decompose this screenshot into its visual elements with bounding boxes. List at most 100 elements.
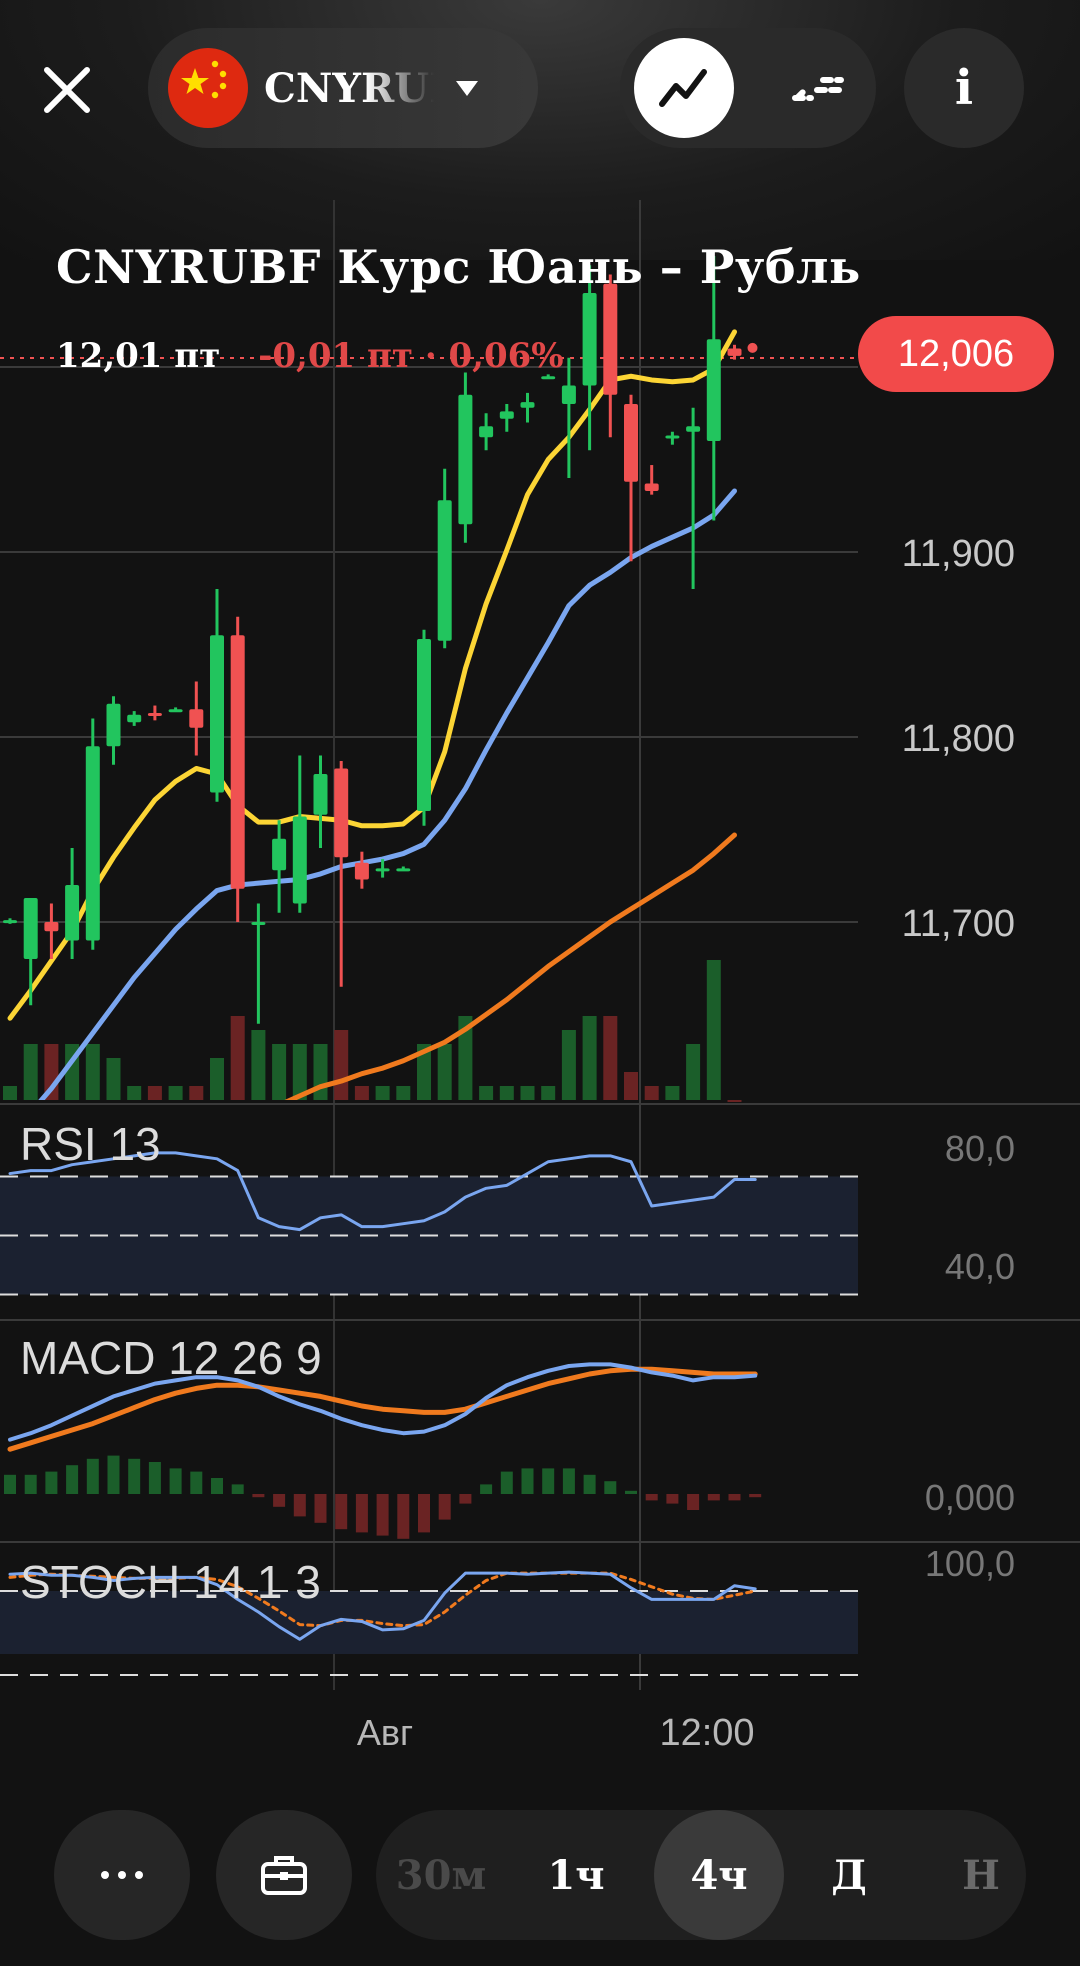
timeframe-30m[interactable]: 30м bbox=[376, 1810, 506, 1940]
macd-histogram-bar bbox=[645, 1494, 658, 1501]
macd-histogram-bar bbox=[459, 1494, 472, 1504]
candle-chart-icon bbox=[792, 77, 844, 101]
candle-body bbox=[3, 920, 17, 924]
price-axis-tick: 11,800 bbox=[902, 718, 1015, 760]
price-change-row: 12,01 пт -0,01 пт · 0,06% bbox=[56, 336, 564, 376]
macd-histogram-bar bbox=[749, 1494, 762, 1498]
price-axis-tick: 11,700 bbox=[902, 903, 1015, 945]
macd-histogram-bar bbox=[562, 1468, 575, 1494]
macd-histogram-bar bbox=[107, 1455, 120, 1494]
macd-histogram-bar bbox=[707, 1494, 720, 1501]
candle-body bbox=[375, 868, 390, 872]
timeframe-week[interactable]: Н bbox=[916, 1810, 1046, 1940]
candle-body bbox=[189, 709, 204, 728]
macd-histogram-bar bbox=[128, 1458, 141, 1494]
price-change: -0,01 пт · 0,06% bbox=[258, 336, 564, 376]
candle-body bbox=[561, 385, 576, 404]
china-flag-icon bbox=[168, 48, 248, 128]
volume-bar bbox=[272, 1044, 287, 1100]
candle-body bbox=[85, 746, 100, 941]
candle-body bbox=[644, 483, 659, 491]
volume-bar bbox=[313, 1044, 328, 1100]
more-button[interactable] bbox=[54, 1810, 190, 1940]
volume-bar bbox=[106, 1058, 121, 1100]
candle-body bbox=[603, 283, 618, 395]
volume-bar bbox=[85, 1044, 100, 1100]
candle-body bbox=[624, 404, 638, 482]
ticker-label: CNYRUBF bbox=[264, 64, 434, 112]
candle-body bbox=[106, 703, 121, 747]
candle-body bbox=[686, 426, 701, 432]
candle-body bbox=[458, 394, 473, 525]
candle-body bbox=[44, 922, 59, 932]
volume-bar bbox=[644, 1086, 659, 1100]
candle-chart-button[interactable] bbox=[768, 38, 868, 138]
macd-histogram-bar bbox=[314, 1494, 327, 1523]
macd-histogram-bar bbox=[335, 1494, 348, 1530]
line-chart-button[interactable] bbox=[634, 38, 734, 138]
volume-bar bbox=[706, 960, 721, 1100]
volume-bar bbox=[437, 1044, 452, 1100]
line-chart-icon bbox=[659, 69, 707, 107]
macd-histogram-bar bbox=[45, 1471, 58, 1494]
timeframe-1h[interactable]: 1ч bbox=[511, 1810, 641, 1940]
caret-down-icon bbox=[456, 81, 478, 96]
candle-body bbox=[417, 638, 431, 811]
close-button[interactable] bbox=[30, 40, 104, 140]
volume-bar bbox=[210, 1058, 224, 1100]
macd-histogram-bar bbox=[4, 1474, 16, 1494]
top-bar: CNYRUBF i bbox=[0, 0, 1080, 180]
timeframe-day[interactable]: Д bbox=[784, 1810, 914, 1940]
chart-view-toggle bbox=[620, 28, 876, 148]
stoch-axis-tick: 100,0 bbox=[925, 1543, 1015, 1584]
macd-histogram-bar bbox=[583, 1474, 596, 1494]
volume-bar bbox=[686, 1044, 701, 1100]
stoch-label: STOCH 14 1 3 bbox=[20, 1556, 321, 1608]
candle-body bbox=[168, 709, 183, 713]
volume-bar bbox=[520, 1086, 535, 1100]
volume-bar bbox=[189, 1086, 204, 1100]
macd-histogram-bar bbox=[604, 1481, 617, 1494]
candle-body bbox=[127, 714, 142, 723]
macd-histogram-bar bbox=[397, 1494, 410, 1539]
volume-bar bbox=[251, 1030, 266, 1100]
current-price: 12,01 пт bbox=[56, 336, 221, 376]
macd-histogram-bar bbox=[355, 1494, 368, 1533]
volume-bar bbox=[582, 1016, 597, 1100]
macd-histogram-bar bbox=[273, 1494, 286, 1507]
macd-histogram-bar bbox=[86, 1458, 99, 1494]
macd-axis-tick: 0,000 bbox=[925, 1477, 1015, 1518]
rsi-axis-tick: 40,0 bbox=[945, 1246, 1015, 1287]
volume-bar bbox=[354, 1086, 369, 1100]
candle-body bbox=[437, 500, 452, 641]
candle-body bbox=[292, 816, 307, 904]
macd-histogram-bar bbox=[190, 1471, 203, 1494]
rsi-axis-tick: 80,0 bbox=[945, 1128, 1015, 1169]
candle-body bbox=[665, 435, 680, 439]
macd-label: MACD 12 26 9 bbox=[20, 1332, 322, 1384]
ticker-selector[interactable]: CNYRUBF bbox=[148, 28, 538, 148]
price-chart[interactable]: 11,900 11,800 11,700 80,0 40,0 RSI 13 0,000 MAC… bbox=[0, 0, 1080, 1966]
macd-histogram-bar bbox=[169, 1468, 182, 1494]
portfolio-button[interactable] bbox=[216, 1810, 352, 1940]
candle-body bbox=[582, 293, 597, 386]
volume-bar bbox=[624, 1072, 638, 1100]
volume-bar bbox=[3, 1086, 17, 1100]
macd-histogram-bar bbox=[293, 1494, 306, 1517]
macd-histogram-bar bbox=[521, 1468, 534, 1494]
volume-bar bbox=[168, 1086, 183, 1100]
timeframe-selector: 30м 1ч 4ч Д Н bbox=[376, 1810, 1026, 1940]
close-icon bbox=[44, 67, 90, 113]
macd-histogram-bar bbox=[480, 1484, 493, 1494]
timeframe-4h[interactable]: 4ч bbox=[654, 1810, 784, 1940]
info-button[interactable]: i bbox=[904, 28, 1024, 148]
macd-histogram-bar bbox=[148, 1462, 161, 1494]
candle-body bbox=[541, 376, 556, 380]
rsi-label: RSI 13 bbox=[20, 1118, 161, 1170]
candle-body bbox=[23, 897, 38, 959]
macd-histogram-bar bbox=[666, 1494, 679, 1504]
volume-bar bbox=[23, 1044, 38, 1100]
candle-body bbox=[334, 768, 349, 858]
candle-body bbox=[479, 426, 494, 438]
candle-body bbox=[210, 635, 224, 793]
